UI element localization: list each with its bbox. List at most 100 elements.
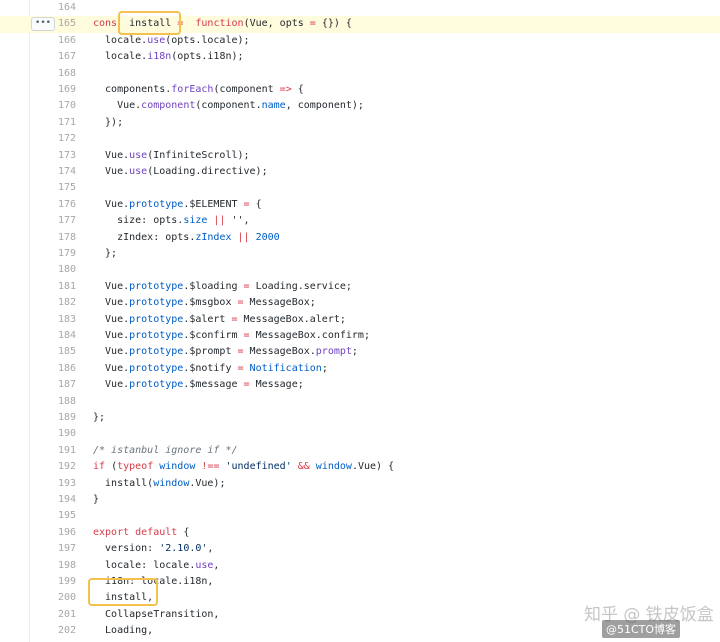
code-text: install(window.Vue); xyxy=(93,476,225,492)
line-number: 191 xyxy=(57,444,76,456)
code-line: 197 version: '2.10.0', xyxy=(0,541,720,557)
code-text: Vue.prototype.$loading = Loading.service… xyxy=(93,279,352,295)
code-token: || xyxy=(207,215,226,227)
code-token: .$message xyxy=(183,379,244,391)
code-token: MessageBox; xyxy=(243,297,316,309)
code-token: } xyxy=(93,494,100,505)
code-token: use xyxy=(129,166,148,177)
code-line: 190 xyxy=(0,426,720,442)
code-token: zIndex xyxy=(195,231,232,243)
code-line: 192 if (typeof window !== 'undefined' && … xyxy=(0,459,720,475)
line-number: 186 xyxy=(57,362,76,374)
code-token: || xyxy=(231,231,250,243)
code-text: Vue.use(Loading.directive); xyxy=(93,164,268,180)
line-number: 170 xyxy=(57,100,76,112)
code-text: if (typeof window !== 'undefined' && win… xyxy=(93,459,394,475)
line-number: 202 xyxy=(57,625,76,637)
code-token: prototype xyxy=(129,297,184,309)
code-token: use xyxy=(195,559,214,571)
code-token: Vue. xyxy=(93,362,130,374)
code-token: ; xyxy=(351,346,358,358)
code-token: .$notify xyxy=(183,362,238,374)
code-token: prototype xyxy=(129,346,184,358)
line-number: 171 xyxy=(57,116,76,128)
code-text: size: opts.size || '', xyxy=(93,213,249,229)
code-token: CollapseTransition, xyxy=(93,608,220,620)
code-line: 169 components.forEach(component => { xyxy=(0,82,720,98)
code-text: Vue.prototype.$msgbox = MessageBox; xyxy=(93,295,316,311)
code-token: (opts.i18n); xyxy=(171,51,244,63)
code-token: => xyxy=(279,84,292,95)
code-token: .$loading xyxy=(183,280,244,292)
code-token: use xyxy=(129,149,148,161)
line-number: 199 xyxy=(57,576,76,587)
code-token: component xyxy=(141,100,196,112)
code-token: (Vue, opts xyxy=(243,18,310,30)
code-token: { xyxy=(249,198,262,210)
code-token: .$ELEMENT xyxy=(183,198,244,210)
code-token: use xyxy=(147,34,166,46)
code-line: 168 xyxy=(0,66,720,82)
code-token: '2.10.0' xyxy=(159,543,208,555)
code-token: default xyxy=(129,526,178,538)
code-token: { xyxy=(291,84,304,95)
line-number: 195 xyxy=(57,510,76,522)
line-number: 179 xyxy=(57,248,76,259)
code-token: Vue. xyxy=(93,100,142,112)
code-token: i18n xyxy=(147,51,172,63)
line-number: 183 xyxy=(57,313,76,325)
code-token: , xyxy=(213,559,220,571)
line-number: 177 xyxy=(57,215,76,227)
code-line: 193 install(window.Vue); xyxy=(0,476,720,492)
code-text: }; xyxy=(93,246,117,262)
code-text: locale.i18n(opts.i18n); xyxy=(93,49,244,65)
code-token: ; xyxy=(321,362,328,374)
code-token: Vue. xyxy=(93,330,130,341)
code-token: .$alert xyxy=(183,313,232,325)
line-number: 184 xyxy=(57,330,76,341)
line-number: 193 xyxy=(57,477,76,489)
line-number: 185 xyxy=(57,346,76,358)
code-line: 188 xyxy=(0,394,720,410)
code-viewer: 164 165 cons install = function(Vue, opts … xyxy=(0,0,720,642)
code-token: { xyxy=(177,526,190,538)
code-token: Loading.service; xyxy=(249,280,352,292)
line-options-button[interactable]: ••• xyxy=(31,17,55,31)
code-token: /* istanbul ignore if */ xyxy=(93,444,238,456)
line-number: 189 xyxy=(57,412,76,423)
code-token: prototype xyxy=(129,379,184,391)
code-text: Vue.prototype.$message = Message; xyxy=(93,377,304,393)
line-number: 187 xyxy=(57,379,76,391)
code-token: .Vue) { xyxy=(351,461,395,473)
code-text: /* istanbul ignore if */ xyxy=(93,443,238,459)
code-text: Vue.prototype.$confirm = MessageBox.conf… xyxy=(93,328,370,344)
code-text: locale: locale.use, xyxy=(93,558,219,574)
line-number: 201 xyxy=(57,608,76,620)
code-token: (component. xyxy=(195,100,262,112)
code-token: ( xyxy=(105,461,118,473)
callout-install-export xyxy=(88,578,158,606)
code-line: 195 xyxy=(0,508,720,524)
code-token: , xyxy=(207,543,214,555)
line-number: 198 xyxy=(57,559,76,571)
code-text: }); xyxy=(93,115,123,131)
line-number: 188 xyxy=(57,395,76,407)
line-number: 164 xyxy=(57,2,76,13)
code-line: 179 }; xyxy=(0,246,720,262)
code-token: Message; xyxy=(249,379,304,391)
code-text: Vue.prototype.$alert = MessageBox.alert; xyxy=(93,312,346,328)
code-line: 173 Vue.use(InfiniteScroll); xyxy=(0,148,720,164)
code-token: prototype xyxy=(129,330,184,341)
line-number: 168 xyxy=(57,67,76,79)
code-token: Vue. xyxy=(93,297,130,309)
code-token: Vue. xyxy=(93,379,130,391)
code-token: export xyxy=(93,526,130,538)
code-token: Vue. xyxy=(93,166,130,177)
code-token: prototype xyxy=(129,198,184,210)
code-token: prototype xyxy=(129,280,184,292)
code-line: 181 Vue.prototype.$loading = Loading.ser… xyxy=(0,279,720,295)
code-token: cons xyxy=(93,18,118,30)
code-text: } xyxy=(93,492,99,508)
code-line: 182 Vue.prototype.$msgbox = MessageBox; xyxy=(0,295,720,311)
code-line: 191 /* istanbul ignore if */ xyxy=(0,443,720,459)
